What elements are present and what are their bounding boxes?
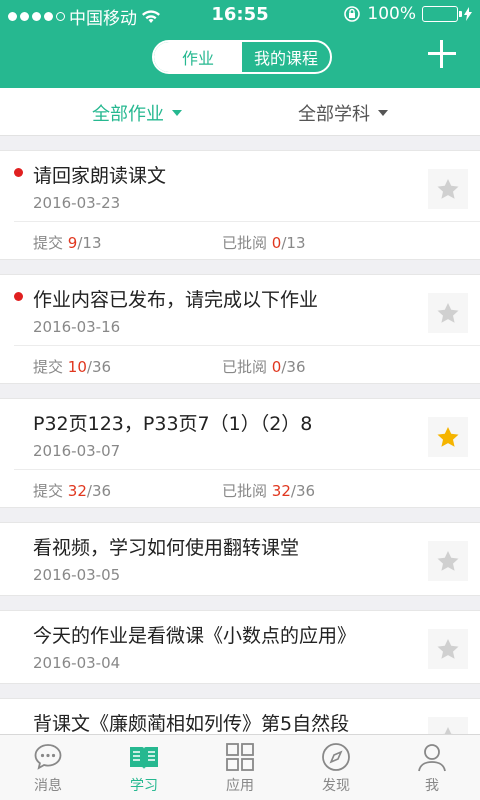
favorite-button[interactable] xyxy=(428,293,468,333)
favorite-button[interactable] xyxy=(428,169,468,209)
star-icon xyxy=(437,551,459,571)
reviewed-count: 0 xyxy=(271,358,282,376)
submitted-label: 提交 xyxy=(33,482,64,500)
assignment-header: 作业内容已发布，请完成以下作业 2016-03-16 xyxy=(0,275,480,345)
star-icon xyxy=(437,303,459,323)
battery-percent: 100% xyxy=(367,4,416,24)
reviewed-total: /13 xyxy=(281,234,306,252)
compass-icon xyxy=(322,743,350,771)
assignment-card[interactable]: 今天的作业是看微课《小数点的应用》 2016-03-04 xyxy=(0,610,480,684)
assignment-title: 今天的作业是看微课《小数点的应用》 xyxy=(33,625,357,647)
submitted-stat: 提交 32/36 xyxy=(33,480,111,501)
submitted-count: 10 xyxy=(67,358,87,376)
reviewed-stat: 已批阅 0/36 xyxy=(222,356,305,377)
submitted-count: 32 xyxy=(67,482,87,500)
tab-apps[interactable]: 应用 xyxy=(192,735,288,800)
assignment-title: 背课文《廉颇蔺相如列传》第5自然段 xyxy=(33,713,350,735)
assignment-title: 作业内容已发布，请完成以下作业 xyxy=(33,289,319,311)
rotation-lock-icon xyxy=(344,6,361,22)
assignment-stats: 提交 32/36 已批阅 32/36 xyxy=(14,469,480,507)
submitted-total: /36 xyxy=(86,482,112,500)
tab-study-label: 学习 xyxy=(130,778,158,794)
tab-homework[interactable]: 作业 xyxy=(154,42,242,72)
favorite-button[interactable] xyxy=(428,629,468,669)
assignment-date: 2016-03-23 xyxy=(33,194,121,212)
assignment-stats: 提交 9/13 已批阅 0/13 xyxy=(14,221,480,259)
grid-icon xyxy=(226,743,254,771)
reviewed-label: 已批阅 xyxy=(222,482,268,500)
book-icon xyxy=(130,747,158,769)
favorite-button[interactable] xyxy=(428,417,468,457)
reviewed-total: /36 xyxy=(281,358,306,376)
filter-bar: 全部作业 全部学科 xyxy=(0,88,480,136)
tab-bar: 消息 学习 应用 发现 我 xyxy=(0,734,480,800)
filter-all-homework-label: 全部作业 xyxy=(92,104,164,125)
submitted-label: 提交 xyxy=(33,358,64,376)
assignment-card[interactable]: 看视频，学习如何使用翻转课堂 2016-03-05 xyxy=(0,522,480,596)
submitted-stat: 提交 9/13 xyxy=(33,232,101,253)
message-icon xyxy=(34,744,62,770)
assignment-header: 今天的作业是看微课《小数点的应用》 2016-03-04 xyxy=(0,611,480,683)
plus-icon[interactable] xyxy=(428,40,456,68)
charging-icon xyxy=(464,7,472,21)
assignment-date: 2016-03-16 xyxy=(33,318,121,336)
favorite-button[interactable] xyxy=(428,541,468,581)
status-right: 100% xyxy=(343,4,472,24)
header: 中国移动 16:55 100% 作业 我的课程 xyxy=(0,0,480,88)
tab-discover[interactable]: 发现 xyxy=(288,735,384,800)
unread-dot xyxy=(14,292,23,301)
reviewed-count: 32 xyxy=(271,482,291,500)
assignment-title: P32页123，P33页7（1）（2）8 xyxy=(33,413,313,435)
assignment-header: P32页123，P33页7（1）（2）8 2016-03-07 xyxy=(0,399,480,469)
star-icon xyxy=(437,427,459,447)
reviewed-label: 已批阅 xyxy=(222,358,268,376)
tab-messages[interactable]: 消息 xyxy=(0,735,96,800)
assignment-card[interactable]: 请回家朗读课文 2016-03-23 提交 9/13 已批阅 0/13 xyxy=(0,150,480,260)
status-bar: 中国移动 16:55 100% xyxy=(0,0,480,30)
reviewed-total: /36 xyxy=(290,482,316,500)
submitted-count: 9 xyxy=(67,234,78,252)
person-icon xyxy=(418,744,446,772)
star-icon xyxy=(437,179,459,199)
battery-icon xyxy=(422,6,462,22)
unread-dot xyxy=(14,168,23,177)
caret-down-icon xyxy=(172,110,182,116)
tab-apps-label: 应用 xyxy=(226,778,254,794)
submitted-total: /36 xyxy=(86,358,112,376)
caret-down-icon xyxy=(378,110,388,116)
assignment-date: 2016-03-04 xyxy=(33,654,121,672)
reviewed-stat: 已批阅 0/13 xyxy=(222,232,305,253)
assignment-list: 请回家朗读课文 2016-03-23 提交 9/13 已批阅 0/13 作业内容已发布，… xyxy=(0,150,480,786)
filter-all-homework[interactable]: 全部作业 xyxy=(92,100,182,126)
reviewed-count: 0 xyxy=(271,234,282,252)
submitted-label: 提交 xyxy=(33,234,64,252)
assignment-stats: 提交 10/36 已批阅 0/36 xyxy=(14,345,480,383)
assignment-date: 2016-03-05 xyxy=(33,566,121,584)
filter-all-subjects[interactable]: 全部学科 xyxy=(298,100,388,126)
submitted-total: /13 xyxy=(77,234,102,252)
tab-me-label: 我 xyxy=(425,778,439,794)
tab-my-courses[interactable]: 我的课程 xyxy=(242,42,330,72)
filter-all-subjects-label: 全部学科 xyxy=(298,104,370,125)
assignment-title: 请回家朗读课文 xyxy=(33,165,167,187)
submitted-stat: 提交 10/36 xyxy=(33,356,111,377)
tab-discover-label: 发现 xyxy=(322,778,350,794)
star-icon xyxy=(437,639,459,659)
tab-messages-label: 消息 xyxy=(34,778,62,794)
assignment-title: 看视频，学习如何使用翻转课堂 xyxy=(33,537,300,559)
tab-study[interactable]: 学习 xyxy=(96,735,192,800)
segmented-control: 作业 我的课程 xyxy=(152,40,332,74)
reviewed-stat: 已批阅 32/36 xyxy=(222,480,315,501)
app: 中国移动 16:55 100% 作业 我的课程 全部作业 全部学科 请回家朗读课… xyxy=(0,0,480,800)
reviewed-label: 已批阅 xyxy=(222,234,268,252)
assignment-header: 看视频，学习如何使用翻转课堂 2016-03-05 xyxy=(0,523,480,595)
assignment-card[interactable]: 作业内容已发布，请完成以下作业 2016-03-16 提交 10/36 已批阅 0/3… xyxy=(0,274,480,384)
assignment-header: 请回家朗读课文 2016-03-23 xyxy=(0,151,480,221)
assignment-card[interactable]: P32页123，P33页7（1）（2）8 2016-03-07 提交 32/36 已批… xyxy=(0,398,480,508)
tab-me[interactable]: 我 xyxy=(384,735,480,800)
assignment-date: 2016-03-07 xyxy=(33,442,121,460)
